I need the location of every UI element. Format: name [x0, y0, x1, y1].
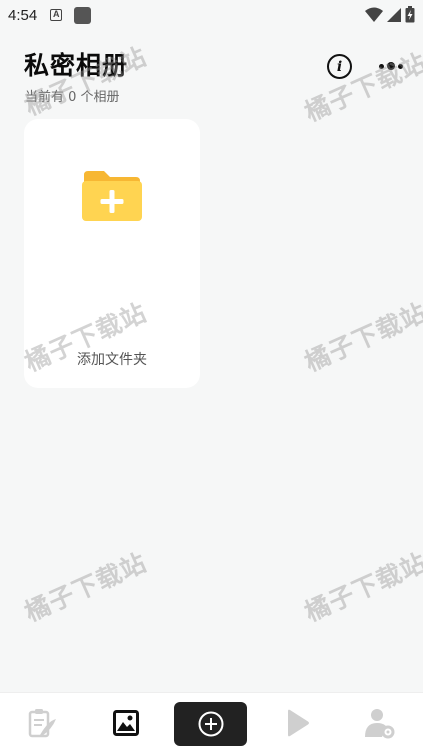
info-button[interactable]: i — [327, 54, 352, 79]
notification-a-icon: A — [50, 9, 63, 21]
nav-video[interactable] — [270, 693, 326, 752]
folder-add-icon — [82, 171, 142, 221]
add-circle-icon — [198, 711, 223, 737]
watermark: 橘子下载站 — [300, 547, 423, 628]
page-title: 私密相册 — [24, 51, 129, 80]
wifi-icon — [365, 7, 383, 22]
signal-icon — [387, 7, 401, 22]
watermark: 橘子下载站 — [20, 547, 151, 628]
nav-add-button[interactable] — [174, 702, 247, 746]
user-settings-icon — [365, 709, 395, 739]
album-count: 当前有 0 个相册 — [25, 90, 120, 105]
bottom-nav — [0, 692, 423, 752]
more-dot-icon — [387, 62, 395, 70]
add-folder-label: 添加文件夹 — [77, 352, 147, 368]
image-icon — [113, 710, 139, 736]
notification-square-icon — [74, 6, 92, 24]
status-icons — [365, 6, 415, 23]
add-folder-card[interactable]: 添加文件夹 — [24, 119, 200, 388]
status-time: 4:54 — [8, 6, 38, 24]
notes-icon — [28, 709, 56, 738]
more-dot-icon — [398, 63, 403, 69]
info-icon: i — [336, 58, 343, 75]
watermark: 橘子下载站 — [300, 297, 423, 378]
nav-notes[interactable] — [14, 693, 70, 752]
nav-profile[interactable] — [352, 693, 408, 752]
more-dot-icon — [379, 63, 384, 69]
more-options-button[interactable] — [376, 56, 406, 76]
status-bar: 4:54 A — [0, 0, 423, 30]
play-icon — [288, 709, 309, 737]
nav-gallery[interactable] — [98, 693, 154, 752]
battery-icon — [405, 6, 415, 23]
